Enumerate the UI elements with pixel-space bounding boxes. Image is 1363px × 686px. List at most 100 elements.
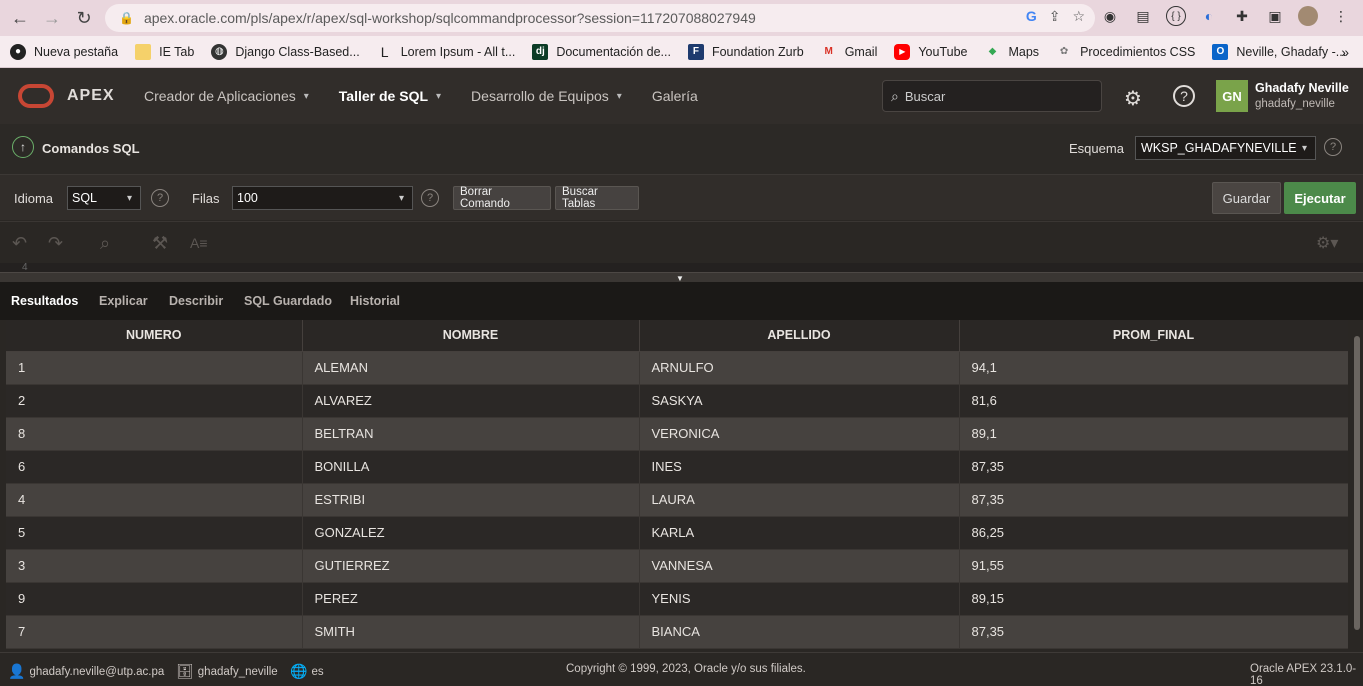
address-bar[interactable]: 🔒 apex.oracle.com/pls/apex/r/apex/sql-wo… [105, 4, 1095, 32]
hammer-icon[interactable]: ⚒ [152, 233, 168, 254]
table-cell: SMITH [302, 615, 640, 649]
oracle-logo-icon[interactable] [18, 84, 54, 108]
outlook-icon: O [1212, 43, 1229, 60]
more-bookmarks-icon[interactable]: » [1341, 44, 1349, 60]
search-icon[interactable]: ⌕ [100, 233, 110, 254]
redo-icon[interactable]: ↷ [48, 233, 63, 254]
bookmark-item[interactable]: ▶ YouTube [894, 43, 967, 60]
maps-icon: ◆ [988, 46, 997, 57]
google-lens-icon[interactable]: G [1026, 8, 1037, 25]
table-cell: VANNESA [639, 549, 960, 583]
scrollbar[interactable] [1354, 336, 1360, 630]
profile-avatar[interactable] [1298, 6, 1318, 26]
globe-icon: 🌐 [290, 663, 308, 679]
chevron-down-icon: ▾ [303, 90, 309, 102]
extension-icon[interactable]: ◉ [1100, 6, 1120, 26]
star-icon[interactable]: ☆ [1072, 8, 1085, 25]
table-cell: 94,1 [959, 351, 1348, 385]
splitter-handle[interactable]: ▼ [0, 272, 1363, 283]
bookmark-item[interactable]: ◍ Django Class-Based... [211, 43, 360, 60]
undo-icon[interactable]: ↶ [12, 233, 27, 254]
text-format-icon[interactable]: A≡ [190, 235, 208, 251]
tab-saved-sql[interactable]: SQL Guardado [244, 294, 332, 308]
table-cell: YENIS [639, 582, 960, 616]
bookmark-item[interactable]: ◆ Maps [984, 44, 1039, 60]
find-tables-button[interactable]: Buscar Tablas [555, 186, 639, 210]
bookmark-item[interactable]: M Gmail [821, 44, 878, 60]
foundation-icon: F [687, 43, 704, 60]
table-cell: 1 [6, 351, 303, 385]
help-icon[interactable]: ? [151, 189, 169, 207]
tab-explain[interactable]: Explicar [99, 294, 148, 308]
footer-user[interactable]: 👤 ghadafy.neville@utp.ac.pa [8, 663, 164, 680]
bookmark-favicon: ● [10, 43, 26, 60]
table-cell: 81,6 [959, 384, 1348, 418]
bookmark-item[interactable]: F Foundation Zurb [687, 43, 804, 60]
back-icon[interactable]: ← [5, 3, 35, 33]
extension-icon[interactable]: ▤ [1133, 6, 1153, 26]
bookmark-item[interactable]: O Neville, Ghadafy -... [1212, 43, 1346, 60]
settings-icon[interactable]: ⚙▾ [1316, 233, 1338, 253]
arrow-up-circle-icon[interactable]: ↑ [12, 136, 34, 158]
nav-sql-workshop[interactable]: Taller de SQL ▾ [339, 88, 441, 104]
search-input[interactable]: ⌕ Buscar [882, 80, 1102, 112]
browser-titlebar: ← → ↻ 🔒 apex.oracle.com/pls/apex/r/apex/… [0, 0, 1363, 36]
table-row: 4 ESTRIBI LAURA 87,35 [6, 483, 1348, 517]
reload-icon[interactable]: ↻ [69, 3, 99, 33]
bookmark-item[interactable]: dj Documentación de... [532, 43, 671, 60]
column-header: NUMERO [6, 320, 303, 352]
extension-icon[interactable]: ◐ [1199, 6, 1219, 26]
table-cell: BONILLA [302, 450, 640, 484]
page-title-bar: ↑ Comandos SQL Esquema WKSP_GHADAFYNEVIL… [0, 124, 1363, 174]
table-cell: SASKYA [639, 384, 960, 418]
bookmark-item[interactable]: ✿ Procedimientos CSS [1056, 44, 1196, 60]
table-cell: 5 [6, 516, 303, 550]
bookmark-item[interactable]: L Lorem Ipsum - All t... [377, 44, 516, 60]
table-cell: 6 [6, 450, 303, 484]
help-icon[interactable]: ? [1324, 138, 1342, 156]
language-select[interactable]: SQL ▾ [67, 186, 141, 210]
editor-line-number: 4 [0, 263, 1363, 272]
schema-select[interactable]: WKSP_GHADAFYNEVILLE ▾ [1135, 136, 1316, 160]
run-button[interactable]: Ejecutar [1284, 182, 1356, 214]
table-cell: 3 [6, 549, 303, 583]
sidebar-icon[interactable]: ▣ [1265, 6, 1285, 26]
tab-results[interactable]: Resultados [11, 294, 78, 308]
help-icon[interactable]: ? [421, 189, 439, 207]
kebab-menu-icon[interactable]: ⋮ [1331, 6, 1351, 26]
clear-command-button[interactable]: Borrar Comando [453, 186, 551, 210]
table-row: 7 SMITH BIANCA 87,35 [6, 615, 1348, 649]
version-text: Oracle APEX 23.1.0-16 [1250, 663, 1357, 686]
tab-describe[interactable]: Describir [169, 294, 223, 308]
language-label: Idioma [14, 191, 54, 206]
footer-language[interactable]: 🌐 es [290, 663, 324, 680]
table-row: 9 PEREZ YENIS 89,15 [6, 582, 1348, 616]
url-text: apex.oracle.com/pls/apex/r/apex/sql-work… [143, 10, 756, 26]
nav-gallery[interactable]: Galería [652, 88, 698, 104]
bookmark-item[interactable]: ● Nueva pestaña [10, 43, 118, 60]
brand-label[interactable]: APEX [67, 87, 115, 105]
chevron-down-icon: ▾ [1301, 142, 1307, 154]
nav-app-builder[interactable]: Creador de Aplicaciones ▾ [144, 88, 309, 104]
puzzle-icon[interactable]: ✚ [1232, 6, 1252, 26]
footer-schema[interactable]: 🗄 ghadafy_neville [176, 663, 278, 680]
table-header-row: NUMERO NOMBRE APELLIDO PROM_FINAL [6, 320, 1348, 352]
tab-history[interactable]: Historial [350, 294, 400, 308]
forward-icon[interactable]: → [37, 3, 67, 33]
nav-team-development[interactable]: Desarrollo de Equipos ▾ [471, 88, 622, 104]
share-icon[interactable]: ⇪ [1049, 8, 1061, 25]
results-tabs: Resultados Explicar Describir SQL Guarda… [0, 282, 1363, 320]
json-extension-icon[interactable]: { } [1166, 6, 1186, 26]
table-cell: VERONICA [639, 417, 960, 451]
table-cell: 2 [6, 384, 303, 418]
table-cell: GUTIERREZ [302, 549, 640, 583]
globe-icon: ◍ [211, 43, 228, 60]
copyright-text: Copyright © 1999, 2023, Oracle y/o sus f… [566, 663, 806, 675]
user-name[interactable]: Ghadafy Neville [1255, 81, 1349, 95]
bookmark-item[interactable]: IE Tab [135, 43, 194, 60]
avatar[interactable]: GN [1216, 80, 1248, 112]
save-button[interactable]: Guardar [1212, 182, 1281, 214]
admin-tools-icon[interactable]: ⚙ [1124, 86, 1142, 111]
rows-select[interactable]: 100 ▾ [232, 186, 413, 210]
help-icon[interactable]: ? [1173, 85, 1195, 107]
